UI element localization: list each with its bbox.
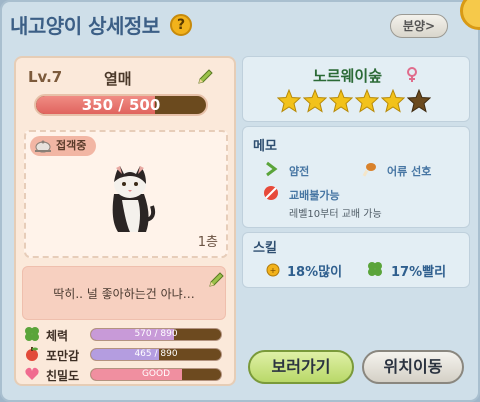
coin-plus-icon: + (266, 263, 280, 277)
stat-label: 체력 (46, 329, 69, 343)
stat-value: 570 / 890 (134, 329, 178, 339)
cat-level: Lv.7 (28, 68, 63, 86)
cat-image (112, 166, 156, 232)
floor-label: 1층 (197, 235, 218, 250)
exp-text: 350 / 500 (81, 96, 161, 114)
skill-title: 스킬 (253, 241, 277, 256)
cat-detail-panel: 내고양이 상세정보 ? 분양> Lv.7 열매 350 / 500 접객중 1층… (0, 0, 480, 402)
female-icon (407, 67, 417, 82)
move-location-button[interactable]: 위치이동 (362, 350, 464, 384)
memo-title: 메모 (253, 139, 277, 154)
skill-2: 17%빨리 (391, 265, 447, 280)
stat-bar: 570 / 890 (90, 328, 222, 341)
star-empty-icon (407, 89, 431, 113)
memo-trade: 교배불가능 (289, 189, 340, 202)
cat-name: 열매 (104, 70, 132, 88)
cat-portrait-box[interactable]: 접객중 1층 (24, 130, 228, 258)
star-filled-icon (303, 89, 327, 113)
stat-label: 친밀도 (46, 369, 80, 383)
stat-row-intimacy: 친밀도 GOOD (24, 366, 234, 383)
stat-row-stamina: 체력 570 / 890 (24, 326, 234, 343)
page-title: 내고양이 상세정보 (10, 14, 160, 38)
stat-value: GOOD (141, 369, 171, 379)
stat-label: 포만감 (46, 349, 80, 363)
star-filled-icon (381, 89, 405, 113)
cat-card: Lv.7 열매 350 / 500 접객중 1층 딱히.. 널 좋아하는건 아냐… (14, 56, 236, 386)
speech-text: 딱히.. 널 좋아하는건 아냐… (53, 287, 195, 301)
no-entry-icon (264, 186, 278, 200)
memo-preference: 어류 선호 (387, 165, 432, 178)
breed-card: 노르웨이숲 (242, 56, 470, 122)
share-button[interactable]: 분양> (390, 14, 448, 38)
close-button[interactable] (460, 0, 480, 30)
clover-icon (25, 327, 39, 341)
apple-icon (26, 347, 38, 361)
status-badge-label: 접객중 (56, 139, 87, 152)
star-filled-icon (329, 89, 353, 113)
memo-personality: 얌전 (289, 165, 310, 178)
memo-card: 메모 얌전 어류 선호 교배불가능 레벨10부터 교배 가능 (242, 126, 470, 228)
speech-bubble: 딱히.. 널 좋아하는건 아냐… (22, 266, 226, 320)
star-filled-icon (355, 89, 379, 113)
skill-1: 18%많이 (287, 265, 343, 280)
breed-name: 노르웨이숲 (313, 67, 383, 85)
heart-icon (25, 367, 39, 380)
stat-bar: 465 / 890 (90, 348, 222, 361)
status-badge: 접객중 (30, 136, 97, 156)
view-cat-button[interactable]: 보러가기 (248, 350, 354, 384)
serving-dome-icon (35, 140, 51, 153)
stat-value: 465 / 890 (134, 349, 178, 359)
question-mark-icon[interactable]: ? (170, 14, 192, 36)
skill-card: 스킬 + 18%많이 17%빨리 (242, 232, 470, 288)
stat-row-fullness: 포만감 465 / 890 (24, 346, 234, 363)
exp-bar: 350 / 500 (34, 94, 208, 116)
personality-chevron-icon (266, 161, 278, 177)
stat-bar: GOOD (90, 368, 222, 381)
memo-trade-note: 레벨10부터 교배 가능 (289, 209, 382, 220)
edit-name-pencil-icon[interactable] (196, 68, 214, 86)
star-filled-icon (277, 89, 301, 113)
clover-icon (368, 262, 382, 276)
rating-stars (277, 89, 433, 113)
svg-text:+: + (270, 266, 277, 275)
drumstick-icon (362, 163, 376, 177)
